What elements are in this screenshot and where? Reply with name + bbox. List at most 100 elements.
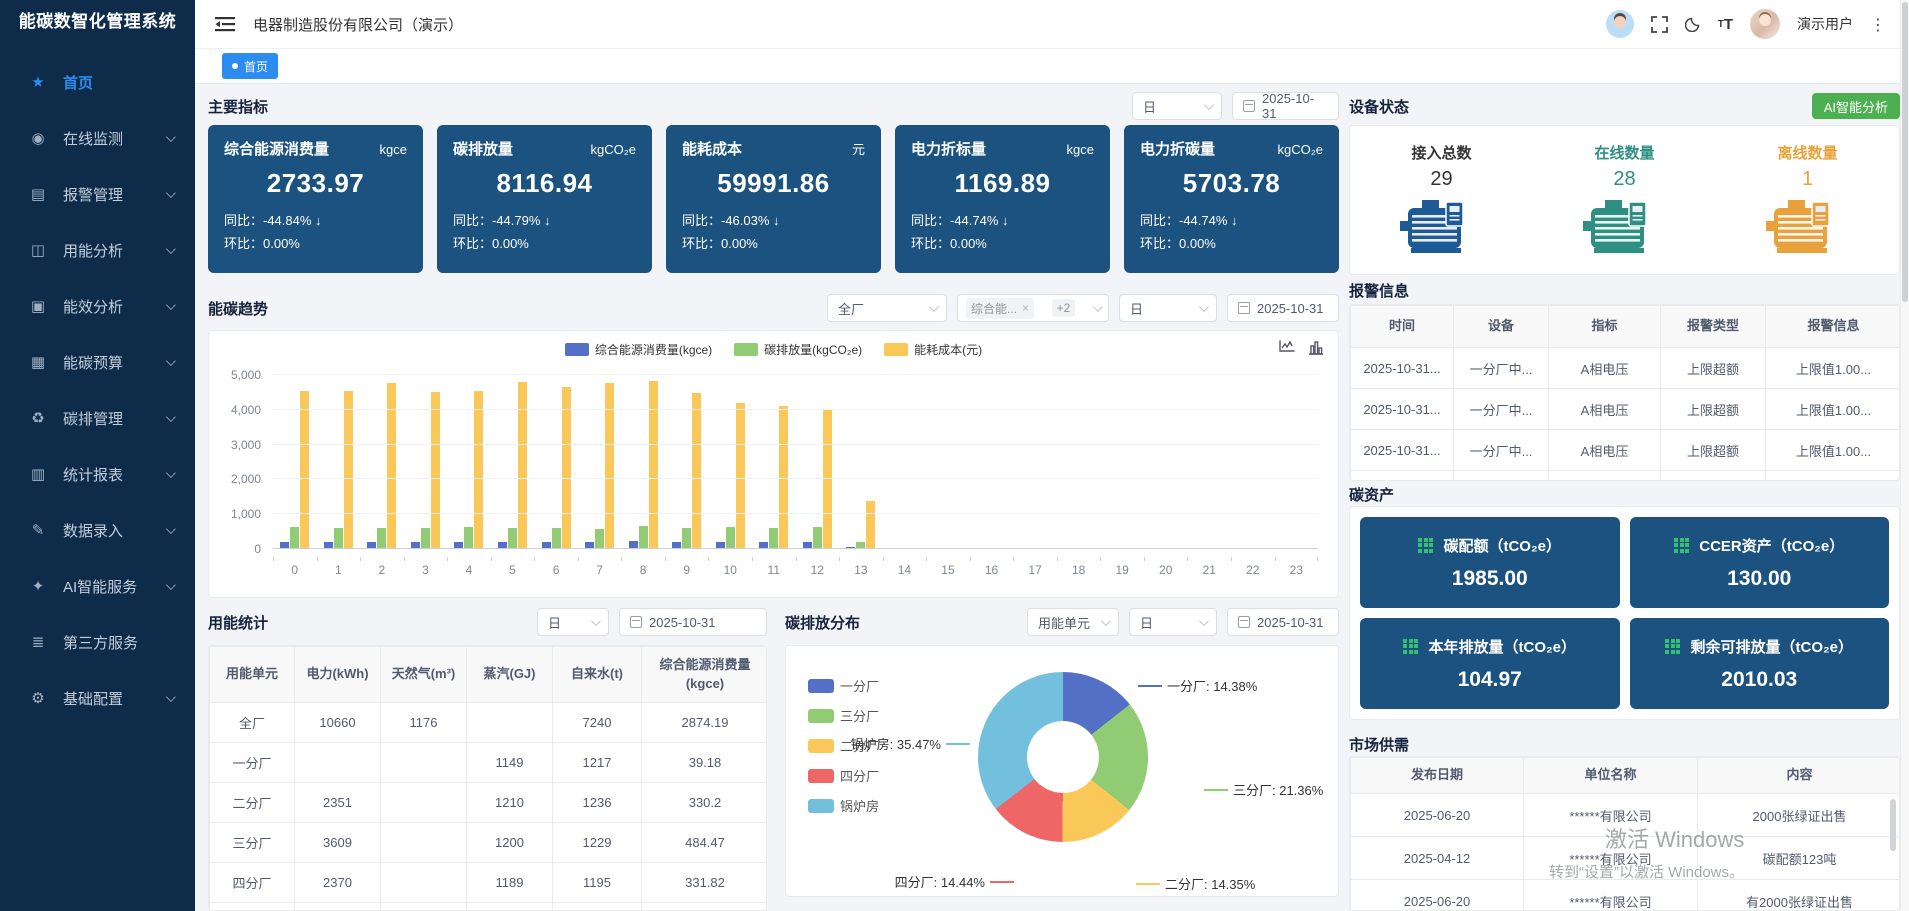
more-menu-icon[interactable]: ⋮ [1870, 15, 1886, 34]
table-cell: 上限值1.00... [1766, 430, 1901, 471]
bar[interactable] [823, 410, 832, 549]
legend-item[interactable]: 锅炉房 [808, 796, 879, 815]
bar[interactable] [726, 527, 735, 549]
bar[interactable] [464, 527, 473, 549]
carbon-dist-chart-card: 一分厂三分厂二分厂四分厂锅炉房 一分厂: 14.38%三分厂: 21.36%二分… [785, 645, 1339, 897]
dist-period-select[interactable]: 日 [1129, 608, 1217, 636]
legend-item[interactable]: 能耗成本(元) [884, 341, 982, 358]
bar[interactable] [639, 526, 648, 549]
sidebar-item-energy-carbon-budget[interactable]: ▦能碳预算 [0, 334, 195, 390]
sidebar-item-home[interactable]: ★首页 [0, 54, 195, 110]
table-row[interactable]: 一分厂1149121739.18 [210, 743, 768, 783]
bar[interactable] [474, 391, 483, 549]
bar[interactable] [562, 387, 571, 549]
table-row[interactable]: 三分厂360912001229484.47 [210, 823, 768, 863]
energy-period-select[interactable]: 日 [537, 608, 609, 636]
sidebar-item-carbon-emission-management[interactable]: ♻碳排管理 [0, 390, 195, 446]
bar-group [839, 375, 883, 549]
energy-date-picker[interactable]: 2025-10-31 [619, 608, 767, 636]
bar[interactable] [649, 381, 658, 549]
table-scrollbar[interactable] [1890, 799, 1896, 851]
calendar-icon [630, 616, 642, 628]
legend-item[interactable]: 三分厂 [808, 706, 879, 725]
bar[interactable] [344, 391, 353, 549]
bar[interactable] [866, 501, 875, 549]
dist-unit-select[interactable]: 用能单元 [1027, 608, 1119, 636]
bar[interactable] [552, 528, 561, 549]
legend-item[interactable]: 综合能源消费量(kgce) [565, 341, 712, 358]
menu-collapse-icon[interactable] [215, 16, 235, 32]
scrollbar-thumb[interactable] [1902, 2, 1908, 302]
bar[interactable] [387, 383, 396, 549]
line-chart-toggle-icon[interactable] [1279, 340, 1295, 360]
trend-metric-select[interactable]: 综合能...× +2 [957, 294, 1109, 322]
table-row[interactable]: 2025-06-20******有限公司2000张绿证出售 [1351, 794, 1901, 837]
trend-scope-select[interactable]: 全厂 [827, 294, 947, 322]
table-row[interactable]: 2025-04-12******有限公司碳配额123吨 [1351, 837, 1901, 880]
y-tick-label: 3,000 [231, 438, 261, 452]
bar[interactable] [508, 528, 517, 549]
ai-analysis-button[interactable]: AI智能分析 [1812, 93, 1900, 119]
bar[interactable] [595, 529, 604, 549]
bar[interactable] [334, 528, 343, 549]
bar[interactable] [300, 391, 309, 549]
kpi-date-picker[interactable]: 2025-10-31 [1232, 92, 1339, 120]
bar[interactable] [518, 382, 527, 549]
bar[interactable] [769, 528, 778, 549]
motor-icon [1581, 195, 1669, 262]
dist-date-picker[interactable]: 2025-10-31 [1227, 608, 1339, 636]
table-header-cell: 用能单元 [210, 647, 295, 703]
donut-callout: 锅炉房: 35.47% [851, 734, 970, 753]
bar-group [404, 375, 448, 549]
sidebar-item-statistical-reports[interactable]: ▥统计报表 [0, 446, 195, 502]
tag-close-icon[interactable]: × [1022, 301, 1029, 315]
bar-group [447, 375, 491, 549]
trend-date-picker[interactable]: 2025-10-31 [1227, 294, 1339, 322]
table-cell: 2025-10-31... [1351, 430, 1454, 471]
assistant-avatar[interactable] [1606, 10, 1634, 38]
bar[interactable] [736, 403, 745, 549]
dark-mode-moon-icon[interactable] [1685, 16, 1701, 32]
sidebar-item-data-entry[interactable]: ✎数据录入 [0, 502, 195, 558]
table-row[interactable]: 二分厂235112101236330.2 [210, 783, 768, 823]
sidebar-item-online-monitoring[interactable]: ◉在线监测 [0, 110, 195, 166]
bar[interactable] [692, 393, 701, 549]
table-row[interactable]: 2025-10-31...一分厂中...A相电压上限超额上限值1.00... [1351, 348, 1901, 389]
table-row[interactable]: 四分厂237011891195331.82 [210, 863, 768, 903]
bar[interactable] [377, 528, 386, 549]
table-row[interactable]: 2025-10-31...一分厂中...A相电压上限超额上限值1.00... [1351, 389, 1901, 430]
bar[interactable] [682, 528, 691, 549]
sidebar-item-alarm-management[interactable]: ▤报警管理 [0, 166, 195, 222]
legend-item[interactable]: 四分厂 [808, 766, 879, 785]
sidebar-item-ai-services[interactable]: ✦AI智能服务 [0, 558, 195, 614]
tab-home[interactable]: 首页 [222, 53, 278, 79]
table-row[interactable]: 2025-10-31...一分厂中...A相电压上限超额上限值1.00... [1351, 430, 1901, 471]
table-row[interactable]: 2025-06-20******有限公司有2000张绿证出售 [1351, 880, 1901, 911]
trend-chart-legend: 综合能源消费量(kgce) 碳排放量(kgCO₂e) 能耗成本(元) [209, 341, 1338, 358]
bar[interactable] [605, 383, 614, 549]
table-header-cell: 天然气(m³) [381, 647, 467, 703]
legend-item[interactable]: 一分厂 [808, 676, 879, 695]
kpi-period-select[interactable]: 日 [1132, 92, 1222, 120]
callout-label: 二分厂: 14.35% [1165, 874, 1255, 893]
bar[interactable] [290, 527, 299, 549]
trend-period-select[interactable]: 日 [1119, 294, 1217, 322]
table-row[interactable]: 全厂10660117672402874.19 [210, 703, 768, 743]
legend-swatch [884, 343, 908, 356]
sidebar-item-energy-usage-analysis[interactable]: ◫用能分析 [0, 222, 195, 278]
sidebar-item-basic-configuration[interactable]: ⚙基础配置 [0, 670, 195, 726]
page-scrollbar[interactable] [1900, 0, 1909, 911]
table-header-cell: 电力(kWh) [295, 647, 381, 703]
user-avatar[interactable] [1750, 9, 1780, 39]
fullscreen-icon[interactable] [1651, 16, 1668, 33]
carbon-asset-label: 剩余可排放量（tCO₂e） [1690, 636, 1853, 657]
font-size-icon[interactable]: TT [1718, 16, 1733, 33]
legend-item[interactable]: 碳排放量(kgCO₂e) [734, 341, 862, 358]
sidebar-item-energy-efficiency-analysis[interactable]: ▣能效分析 [0, 278, 195, 334]
bar-chart-toggle-icon[interactable] [1308, 340, 1324, 360]
legend-swatch [808, 709, 834, 723]
bar[interactable] [421, 528, 430, 549]
bar[interactable] [813, 527, 822, 549]
bar[interactable] [431, 392, 440, 549]
sidebar-item-third-party-services[interactable]: ≣第三方服务 [0, 614, 195, 670]
